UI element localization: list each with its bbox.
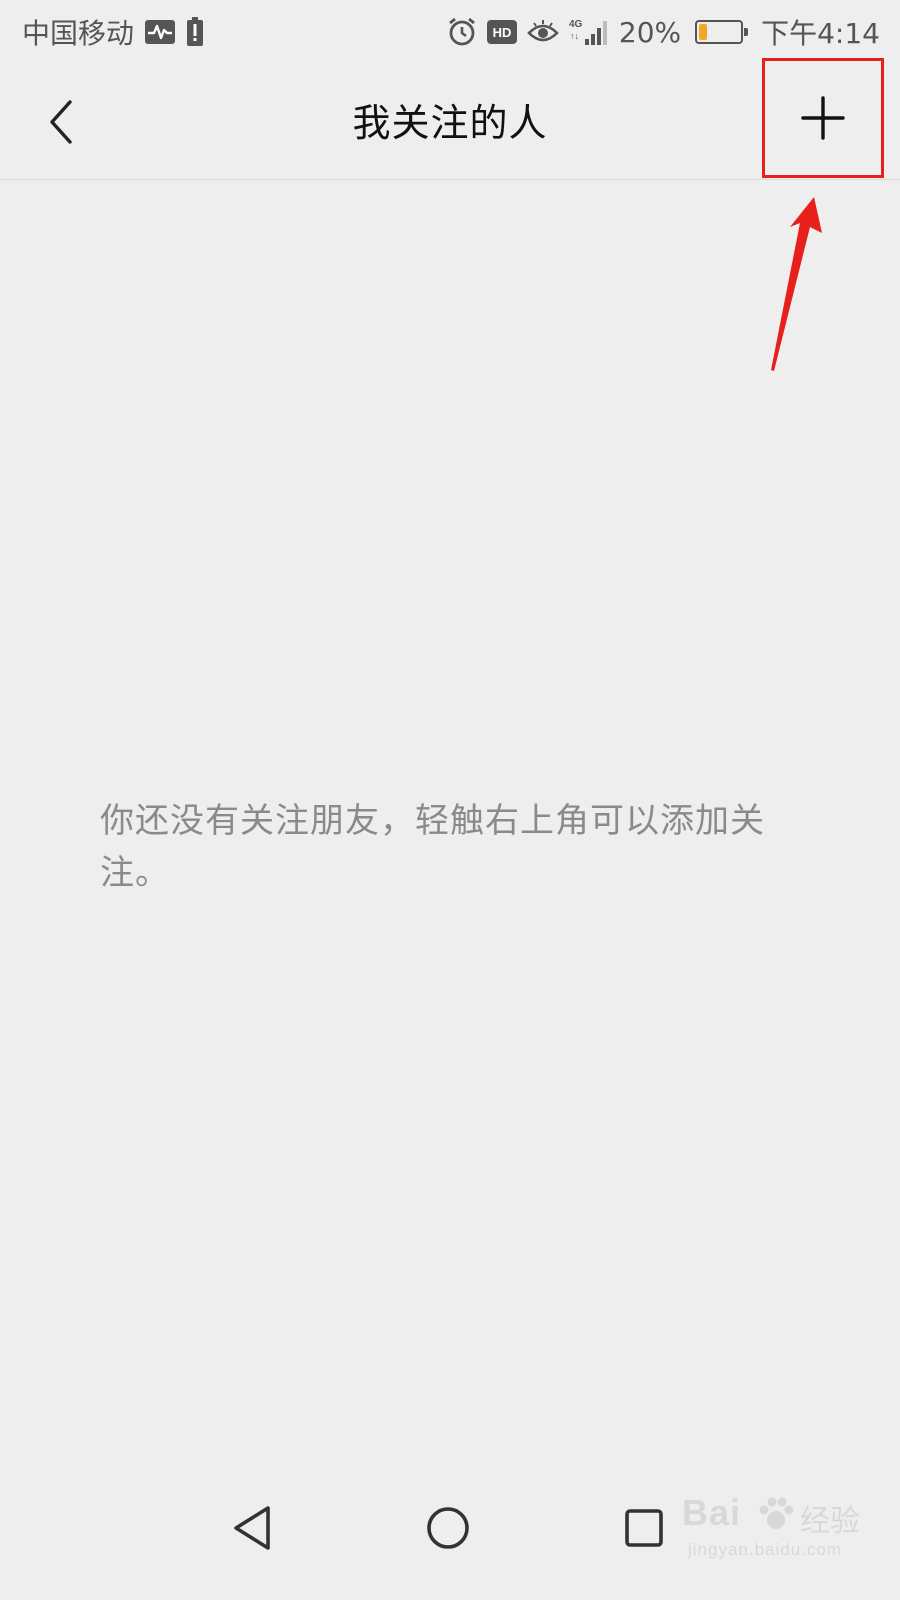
watermark-url: jingyan.baidu.com xyxy=(688,1540,843,1559)
signal-icon: 4G ↑↓ xyxy=(569,17,609,47)
eye-icon xyxy=(527,19,559,45)
svg-text:HD: HD xyxy=(492,25,511,40)
svg-text:↑↓: ↑↓ xyxy=(570,31,579,41)
title-bar: 我关注的人 xyxy=(0,58,900,180)
watermark-brand-tail: 经验 xyxy=(800,1504,860,1539)
hd-icon: HD xyxy=(486,20,517,44)
plus-icon xyxy=(801,96,845,140)
nav-recents-button[interactable] xyxy=(616,1500,672,1556)
nav-back-button[interactable] xyxy=(224,1500,280,1556)
nav-home-button[interactable] xyxy=(420,1500,476,1556)
nav-home-circle-icon xyxy=(427,1507,469,1549)
nav-recents-square-icon xyxy=(625,1509,663,1547)
annotation-arrow-icon xyxy=(771,197,822,371)
activity-icon xyxy=(144,19,176,45)
battery-percent: 20% xyxy=(618,15,682,49)
screen: 中国移动 HD 4G ↑↓ 20% 下午4:14 我关注的人 你还没有关注朋友，… xyxy=(0,0,900,1600)
battery-icon xyxy=(695,20,749,44)
status-bar: 中国移动 HD 4G ↑↓ 20% 下午4:14 xyxy=(0,0,900,64)
paw-icon xyxy=(759,1497,794,1529)
empty-state-message: 你还没有关注朋友，轻触右上角可以添加关注。 xyxy=(100,801,765,893)
battery-alert-icon xyxy=(186,17,204,47)
watermark-brand: Bai xyxy=(682,1492,742,1533)
nav-back-triangle-icon xyxy=(234,1506,270,1550)
carrier-name: 中国移动 xyxy=(22,17,135,50)
battery-fill xyxy=(699,24,708,40)
network-label: 4G xyxy=(569,19,583,30)
watermark: Bai 经验 jingyan.baidu.com xyxy=(682,1492,882,1572)
alarm-icon xyxy=(447,17,477,47)
status-left: 中国移动 xyxy=(22,12,204,52)
status-time: 下午4:14 xyxy=(761,17,880,50)
add-follow-button[interactable] xyxy=(762,58,884,178)
status-right: HD 4G ↑↓ 20% 下午4:14 xyxy=(447,12,880,52)
